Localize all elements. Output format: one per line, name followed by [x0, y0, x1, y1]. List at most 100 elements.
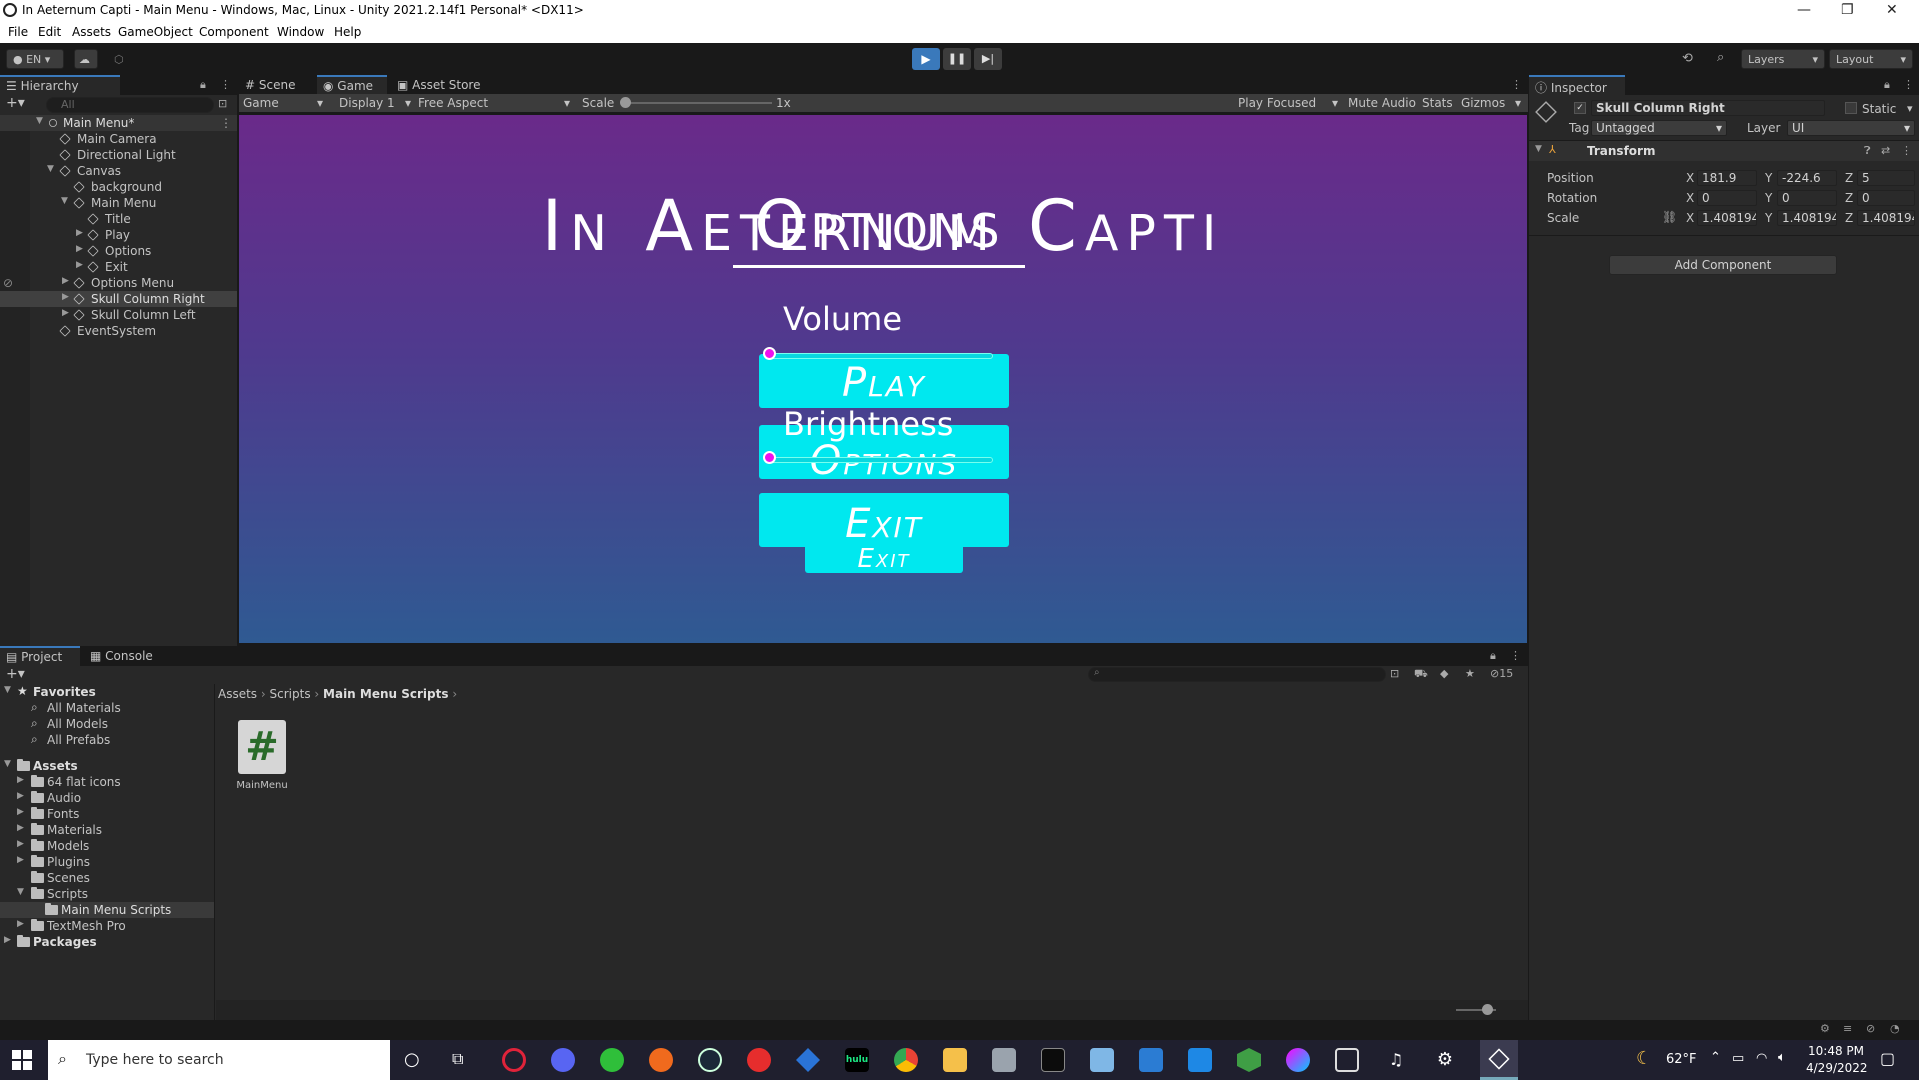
hierarchy-item-main-camera[interactable]: Main Camera	[0, 131, 237, 147]
scale-slider-knob[interactable]	[620, 97, 631, 108]
folder-64-flat-icons[interactable]: ▶ 64 flat icons	[0, 774, 214, 790]
opera-icon[interactable]	[502, 1048, 526, 1072]
lock-icon[interactable]: 🔒︎	[1884, 78, 1890, 92]
project-search-input[interactable]: ⌕	[1088, 667, 1386, 682]
nodejs-icon[interactable]	[1237, 1048, 1261, 1072]
menu-gameobject[interactable]: GameObject	[118, 25, 193, 39]
close-icon[interactable]: ✕	[1886, 2, 1898, 18]
kebab-icon[interactable]: ⋮	[220, 116, 232, 130]
fold-icon[interactable]: ▼	[47, 164, 54, 174]
fold-icon[interactable]: ▼	[4, 759, 11, 769]
exit-button-ingame[interactable]: Exit	[759, 493, 1009, 547]
fold-icon[interactable]: ▶	[17, 839, 24, 849]
fold-icon[interactable]: ▶	[4, 935, 11, 945]
static-dropdown-arrow[interactable]: ▾	[1907, 102, 1913, 115]
folder-fonts[interactable]: ▶ Fonts	[0, 806, 214, 822]
battery-icon[interactable]: ▭	[1732, 1051, 1744, 1066]
menu-file[interactable]: File	[8, 25, 28, 39]
search-icon[interactable]: ⌕	[1717, 50, 1724, 65]
game-launcher-icon[interactable]	[747, 1048, 771, 1072]
hierarchy-item-title[interactable]: Title	[0, 211, 237, 227]
search-by-type-icon[interactable]: ⊡	[1390, 667, 1399, 680]
unity-hub-icon[interactable]	[1335, 1048, 1359, 1072]
preset-icon[interactable]: ⇄	[1881, 144, 1890, 157]
crypto-wallet-icon[interactable]	[796, 1048, 820, 1072]
add-icon[interactable]: +▾	[6, 666, 25, 682]
account-dropdown[interactable]: ● EN ▾	[6, 49, 64, 69]
menu-help[interactable]: Help	[334, 25, 361, 39]
cortana-icon[interactable]: ○	[404, 1049, 420, 1070]
fold-icon[interactable]: ▶	[76, 260, 83, 270]
hierarchy-item-main-menu-scene[interactable]: ▼ Main Menu* ⋮	[0, 115, 237, 131]
game-mode-dropdown[interactable]: Game ▾	[243, 96, 329, 110]
cloud-icon[interactable]: ☁	[74, 49, 98, 69]
breadcrumb-main-menu-scripts[interactable]: Main Menu Scripts	[323, 687, 448, 701]
hierarchy-item-options-menu[interactable]: ⊘ ▶ Options Menu	[0, 275, 237, 291]
tab-console[interactable]: ▦ Console	[84, 646, 164, 666]
fold-icon[interactable]: ▶	[17, 919, 24, 929]
fold-icon[interactable]: ▼	[4, 685, 11, 695]
weather-temperature[interactable]: 62°F	[1666, 1052, 1697, 1067]
debug-icon[interactable]: ⚙	[1820, 1022, 1830, 1035]
history-icon[interactable]: ⟲	[1682, 51, 1693, 66]
play-focused-dropdown[interactable]: Play Focused ▾	[1238, 96, 1342, 110]
breadcrumb-scripts[interactable]: Scripts	[270, 687, 311, 701]
hierarchy-item-directional-light[interactable]: Directional Light	[0, 147, 237, 163]
fold-icon[interactable]: ▼	[36, 116, 43, 126]
auto-refresh-icon[interactable]: ⊘	[1866, 1022, 1875, 1035]
messaging-app-icon[interactable]	[600, 1048, 624, 1072]
lock-icon[interactable]: 🔒︎	[1490, 649, 1496, 663]
rotation-z-field[interactable]: 0	[1857, 190, 1915, 206]
scale-z-field[interactable]: 1.408194	[1857, 210, 1915, 226]
folder-models[interactable]: ▶ Models	[0, 838, 214, 854]
fold-icon[interactable]: ▼	[61, 196, 68, 206]
design-app-icon[interactable]	[1286, 1048, 1310, 1072]
terminal-icon[interactable]	[1041, 1048, 1065, 1072]
fold-icon[interactable]: ▼	[1535, 144, 1542, 154]
kebab-icon[interactable]: ⋮	[220, 78, 231, 91]
layout-dropdown[interactable]: Layout ▾	[1829, 49, 1913, 69]
brightness-slider-knob[interactable]	[763, 451, 776, 464]
fold-icon[interactable]: ▼	[17, 887, 24, 897]
kebab-icon[interactable]: ⋮	[1903, 78, 1914, 91]
chevron-up-icon[interactable]: ⌃	[1710, 1050, 1721, 1065]
windows-start-icon[interactable]	[12, 1050, 32, 1070]
display-dropdown[interactable]: Display 1 ▾	[339, 96, 415, 110]
volume-slider[interactable]	[767, 353, 993, 359]
tab-inspector[interactable]: ⓘ Inspector	[1529, 75, 1625, 95]
fold-icon[interactable]: ▶	[62, 308, 69, 318]
folder-main-menu-scripts[interactable]: Main Menu Scripts	[0, 902, 214, 918]
hulu-icon[interactable]: hulu	[845, 1048, 869, 1072]
settings-icon[interactable]: ⚙	[1433, 1048, 1457, 1072]
add-component-button[interactable]: Add Component	[1609, 255, 1837, 275]
fold-icon[interactable]: ▶	[17, 775, 24, 785]
stats-toggle[interactable]: Stats	[1422, 96, 1453, 110]
tab-scene[interactable]: # Scene	[239, 75, 313, 95]
scale-slider-track[interactable]	[622, 102, 772, 104]
icon-size-slider-knob[interactable]	[1482, 1004, 1493, 1015]
help-icon[interactable]: ❓︎	[1864, 144, 1871, 158]
layer-dropdown[interactable]: UI ▾	[1787, 120, 1915, 136]
hierarchy-search-input[interactable]: All	[46, 97, 214, 113]
discord-icon[interactable]	[551, 1048, 575, 1072]
tag-dropdown[interactable]: Untagged ▾	[1591, 120, 1727, 136]
kebab-icon[interactable]: ⋮	[1901, 144, 1912, 157]
minimize-icon[interactable]: —	[1797, 2, 1811, 18]
tab-game[interactable]: ◉ Game	[317, 75, 387, 95]
kebab-icon[interactable]: ⋮	[1511, 78, 1522, 91]
tab-hierarchy[interactable]: ☰ Hierarchy	[0, 75, 120, 95]
lock-icon[interactable]: 🔒︎	[200, 78, 206, 92]
position-x-field[interactable]: 181.9	[1697, 170, 1757, 186]
clock-time[interactable]: 10:48 PM	[1808, 1044, 1864, 1058]
packages-header[interactable]: ▶ Packages	[0, 934, 214, 950]
hierarchy-item-skull-column-right[interactable]: ▶ Skull Column Right	[0, 291, 237, 307]
fold-icon[interactable]: ▶	[76, 244, 83, 254]
hidden-packages-toggle[interactable]: ⊘15	[1490, 667, 1513, 680]
audio-app-icon[interactable]: ♫	[1384, 1048, 1408, 1072]
position-y-field[interactable]: -224.6	[1777, 170, 1837, 186]
unity-editor-taskbar-icon[interactable]	[1480, 1040, 1518, 1080]
search-by-label-icon[interactable]: ⛟	[1414, 667, 1428, 682]
menu-window[interactable]: Window	[277, 25, 324, 39]
step-button[interactable]: ▶|	[974, 48, 1002, 70]
transform-header[interactable]: ▼ ⅄ Transform ❓︎ ⇄ ⋮	[1529, 141, 1919, 161]
